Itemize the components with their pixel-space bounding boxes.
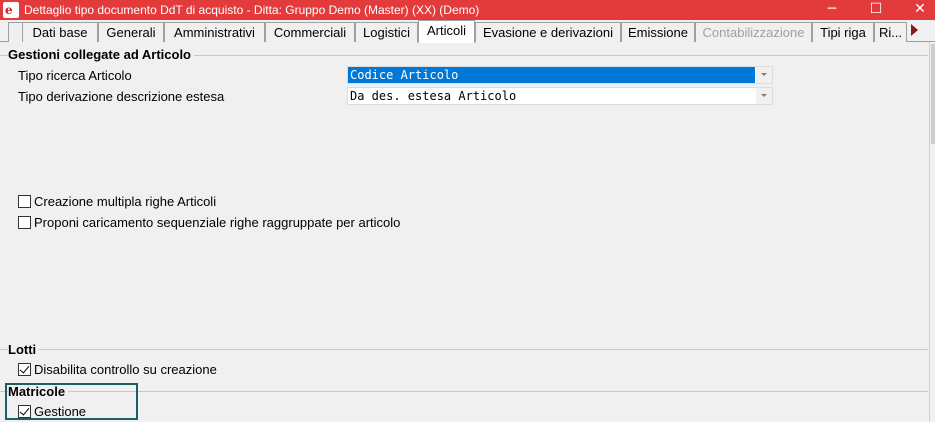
disabilita-controllo-checkbox[interactable] <box>18 363 31 376</box>
title-bar: e Dettaglio tipo documento DdT di acquis… <box>0 0 935 20</box>
chevron-down-icon[interactable] <box>756 67 772 83</box>
scrollbar-thumb[interactable] <box>931 44 935 144</box>
tab-scroll-right-icon[interactable] <box>911 24 918 36</box>
app-logo-icon[interactable]: e <box>3 2 19 18</box>
focus-highlight <box>5 383 138 420</box>
vertical-scrollbar[interactable] <box>929 42 935 422</box>
close-button[interactable]: ✕ <box>905 0 935 20</box>
caricamento-sequenziale-checkbox[interactable] <box>18 216 31 229</box>
tab-dati-base[interactable]: Dati base <box>22 22 98 42</box>
group-title-lotti: Lotti <box>8 342 40 357</box>
tipo-derivazione-select[interactable]: Da des. estesa Articolo <box>347 87 773 105</box>
tab-commerciali[interactable]: Commerciali <box>265 22 355 42</box>
disabilita-controllo-label: Disabilita controllo su creazione <box>34 362 217 377</box>
tab-strip: Dati base Generali Amministrativi Commer… <box>0 20 935 43</box>
tab-generali[interactable]: Generali <box>98 22 164 42</box>
tipo-derivazione-label: Tipo derivazione descrizione estesa <box>18 89 225 104</box>
tab-logistici[interactable]: Logistici <box>355 22 418 42</box>
tab-amministrativi[interactable]: Amministrativi <box>164 22 265 42</box>
group-border-matricole <box>0 391 928 392</box>
tab-articoli[interactable]: Articoli <box>418 20 475 43</box>
minimize-button[interactable]: ─ <box>817 0 847 20</box>
tipo-derivazione-value: Da des. estesa Articolo <box>350 89 517 103</box>
tab-emissione[interactable]: Emissione <box>621 22 695 42</box>
maximize-button[interactable]: ☐ <box>861 0 891 20</box>
tab-contabilizzazione: Contabilizzazione <box>695 22 812 42</box>
tipo-ricerca-select[interactable]: Codice Articolo <box>347 66 773 84</box>
tipo-ricerca-label: Tipo ricerca Articolo <box>18 68 132 83</box>
tab-evasione-derivazioni[interactable]: Evasione e derivazioni <box>475 22 621 42</box>
group-border-lotti <box>0 349 928 350</box>
tab-tipi-riga[interactable]: Tipi riga <box>812 22 874 42</box>
group-title-articoli: Gestioni collegate ad Articolo <box>8 47 194 62</box>
tab-ri-truncated[interactable]: Ri... <box>874 22 907 42</box>
window-title: Dettaglio tipo documento DdT di acquisto… <box>24 3 480 17</box>
caricamento-sequenziale-label: Proponi caricamento sequenziale righe ra… <box>34 215 401 230</box>
tab-edge <box>8 22 22 42</box>
tipo-ricerca-value: Codice Articolo <box>348 67 755 83</box>
chevron-down-icon[interactable] <box>756 88 772 104</box>
creazione-multipla-label: Creazione multipla righe Articoli <box>34 194 217 209</box>
creazione-multipla-checkbox[interactable] <box>18 195 31 208</box>
